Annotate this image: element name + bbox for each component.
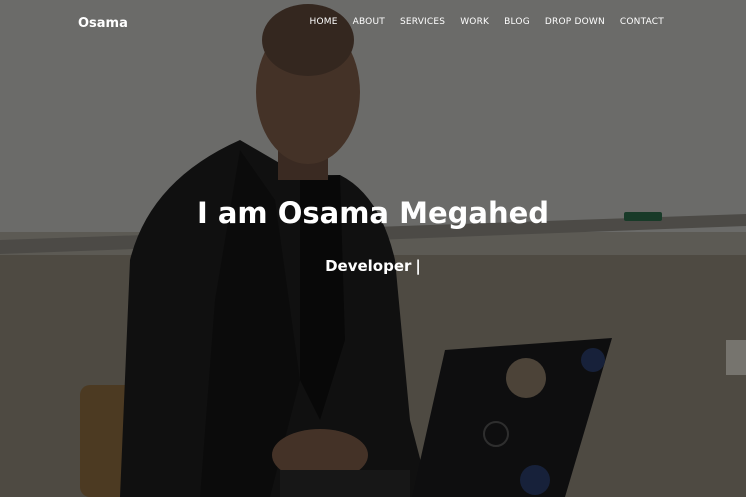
nav-item-work[interactable]: WORK <box>460 17 489 27</box>
top-navbar: Osama HOME ABOUT SERVICES WORK BLOG DROP… <box>0 0 746 46</box>
nav-item-blog[interactable]: BLOG <box>504 17 530 27</box>
nav-item-home[interactable]: HOME <box>309 17 337 27</box>
nav-item-drop-down[interactable]: DROP DOWN <box>545 17 605 27</box>
hero-typed-subtitle: Developer | <box>0 257 746 275</box>
nav-item-services[interactable]: SERVICES <box>400 17 445 27</box>
nav-item-about[interactable]: ABOUT <box>353 17 385 27</box>
brand-logo[interactable]: Osama <box>78 16 128 31</box>
hero-dark-overlay <box>0 0 746 497</box>
nav-menu: HOME ABOUT SERVICES WORK BLOG DROP DOWN … <box>309 17 664 27</box>
nav-item-contact[interactable]: CONTACT <box>620 17 664 27</box>
typing-cursor: | <box>415 257 421 275</box>
hero-section: Osama HOME ABOUT SERVICES WORK BLOG DROP… <box>0 0 746 497</box>
hero-title: I am Osama Megahed <box>196 196 550 230</box>
typed-text: Developer <box>325 257 412 275</box>
